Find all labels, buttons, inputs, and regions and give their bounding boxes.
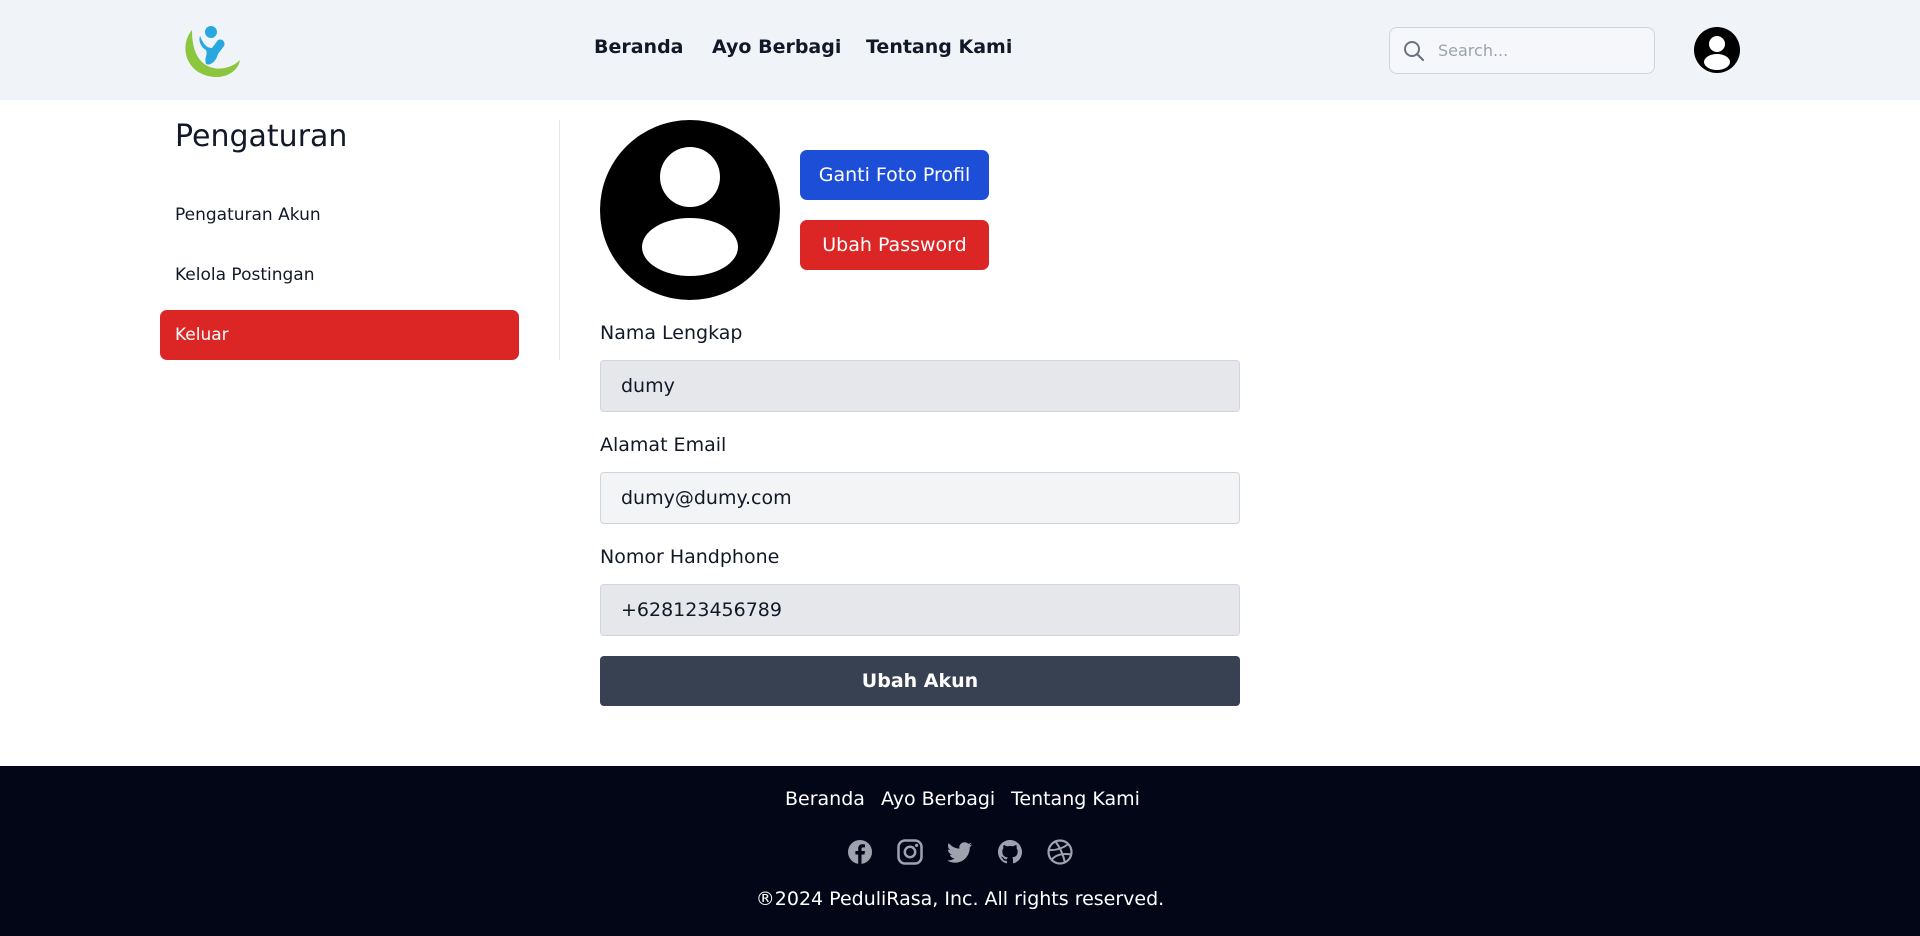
- phone-field[interactable]: [600, 584, 1240, 636]
- nav-ayo-berbagi[interactable]: Ayo Berbagi: [712, 36, 841, 58]
- footer-link-ayo-berbagi[interactable]: Ayo Berbagi: [881, 788, 995, 810]
- search-input[interactable]: [1438, 28, 1648, 73]
- footer-link-beranda[interactable]: Beranda: [785, 788, 865, 810]
- user-avatar-icon[interactable]: [1694, 27, 1740, 73]
- full-name-label: Nama Lengkap: [600, 322, 743, 344]
- search-box: [1389, 27, 1655, 74]
- instagram-icon[interactable]: [896, 838, 924, 866]
- sidebar-item-manage-posts[interactable]: Kelola Postingan: [160, 250, 519, 300]
- copyright-text: ®2024 PeduliRasa, Inc. All rights reserv…: [755, 888, 1165, 910]
- email-label: Alamat Email: [600, 434, 727, 456]
- facebook-icon[interactable]: [846, 838, 874, 866]
- phone-label: Nomor Handphone: [600, 546, 780, 568]
- nav-tentang-kami[interactable]: Tentang Kami: [866, 36, 1012, 58]
- top-header: Beranda Ayo Berbagi Tentang Kami: [0, 0, 1920, 100]
- sidebar-item-logout[interactable]: Keluar: [160, 310, 519, 360]
- change-photo-button[interactable]: Ganti Foto Profil: [800, 150, 989, 200]
- sidebar-item-account-settings[interactable]: Pengaturan Akun: [160, 190, 519, 240]
- footer: Beranda Ayo Berbagi Tentang Kami ®2024 P…: [0, 766, 1920, 936]
- page-title: Pengaturan: [175, 119, 348, 154]
- change-password-button[interactable]: Ubah Password: [800, 220, 989, 270]
- update-account-button[interactable]: Ubah Akun: [600, 656, 1240, 706]
- profile-avatar-icon: [600, 120, 780, 300]
- sidebar-divider: [559, 120, 560, 360]
- footer-link-tentang-kami[interactable]: Tentang Kami: [1011, 788, 1140, 810]
- dribbble-icon[interactable]: [1046, 838, 1074, 866]
- twitter-icon[interactable]: [946, 838, 974, 866]
- nav-beranda[interactable]: Beranda: [594, 36, 684, 58]
- full-name-field[interactable]: [600, 360, 1240, 412]
- search-icon: [1404, 41, 1425, 62]
- github-icon[interactable]: [996, 838, 1024, 866]
- email-field[interactable]: [600, 472, 1240, 524]
